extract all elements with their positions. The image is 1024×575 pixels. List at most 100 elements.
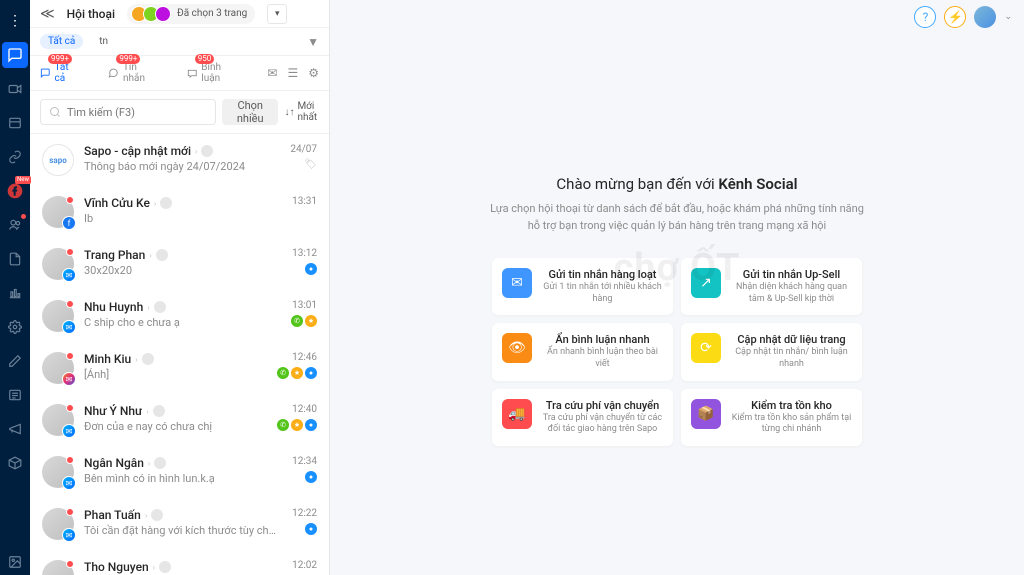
channel-badge-icon: ✉ bbox=[62, 424, 76, 438]
unread-dot-icon bbox=[66, 456, 74, 464]
badge-msg: 999+ bbox=[116, 54, 140, 64]
search-input[interactable] bbox=[67, 106, 207, 119]
status-dot-icon: ● bbox=[305, 419, 317, 431]
avatar: ✉ bbox=[42, 508, 74, 540]
search-box[interactable] bbox=[40, 99, 216, 125]
unread-dot-icon bbox=[66, 196, 74, 204]
nav-list-icon[interactable] bbox=[2, 382, 28, 408]
conversation-item[interactable]: ✉ Ngân Ngân › Bên mình có in hình lun.k.… bbox=[30, 446, 329, 498]
conversation-preview: 30x20x20 bbox=[84, 264, 282, 277]
nav-video-icon[interactable] bbox=[2, 76, 28, 102]
mini-avatar-icon bbox=[151, 509, 163, 521]
conversation-preview: Thông báo mới ngày 24/07/2024 bbox=[84, 160, 280, 173]
card-title: Kiểm tra tồn kho bbox=[731, 399, 852, 412]
conversation-time: 13:01 bbox=[292, 300, 317, 311]
avatar: ✉ bbox=[42, 456, 74, 488]
conversation-name: Trang Phan bbox=[84, 248, 145, 262]
menu-icon[interactable]: ⋮ bbox=[2, 8, 28, 34]
conversation-item[interactable]: ✉ Như Ý Như › Đơn của e nay có chưa chị … bbox=[30, 394, 329, 446]
page-dropdown-button[interactable]: ▾ bbox=[267, 4, 287, 24]
welcome-heading: Chào mừng bạn đến với Kênh Social bbox=[360, 175, 994, 193]
conversation-time: 13:31 bbox=[292, 196, 317, 207]
nav-broadcast-icon[interactable] bbox=[2, 416, 28, 442]
unread-dot-icon bbox=[66, 404, 74, 412]
chevron-icon: › bbox=[153, 563, 155, 572]
conversation-item[interactable]: f Vĩnh Cửu Ke › Ib 13:31 bbox=[30, 186, 329, 238]
header-bar: ≪ Hội thoại Đã chọn 3 trang ▾ bbox=[30, 0, 329, 28]
type-tabs: Tất cả 999+ Tin nhắn 999+ Bình luận 950 … bbox=[30, 56, 329, 91]
welcome-subtitle: Lựa chọn hội thoại từ danh sách để bắt đ… bbox=[487, 201, 867, 234]
type-tab-messages[interactable]: Tin nhắn 999+ bbox=[108, 62, 156, 84]
type-tab-comments[interactable]: Bình luận 950 bbox=[187, 62, 238, 84]
mail-icon[interactable]: ✉ bbox=[267, 66, 277, 80]
conversation-name: Nhu Huynh bbox=[84, 300, 143, 314]
search-icon bbox=[49, 106, 61, 118]
nav-facebook-icon[interactable]: New bbox=[2, 178, 28, 204]
help-button[interactable]: ? bbox=[914, 6, 936, 28]
conversation-time: 12:34 bbox=[292, 456, 317, 467]
feature-card[interactable]: ↗ Gửi tin nhắn Up-Sell Nhận diện khách h… bbox=[681, 258, 862, 315]
nav-customers-icon[interactable] bbox=[2, 212, 28, 238]
channel-badge-icon: f bbox=[62, 216, 76, 230]
chevron-icon: › bbox=[145, 511, 147, 520]
filter2-icon[interactable]: ☰ bbox=[287, 66, 298, 80]
filter-icon[interactable]: ▼ bbox=[307, 35, 319, 49]
conversation-preview: Bên mình có in hình lun.k.ạ bbox=[84, 472, 282, 485]
nav-orders-icon[interactable] bbox=[2, 110, 28, 136]
status-dot-icon: ✆ bbox=[277, 419, 289, 431]
mini-avatar-icon bbox=[160, 197, 172, 209]
status-dot-icon: ✆ bbox=[291, 315, 303, 327]
tab-all[interactable]: Tất cả bbox=[40, 34, 83, 49]
status-dot-icon: ★ bbox=[291, 367, 303, 379]
nav-doc-icon[interactable] bbox=[2, 246, 28, 272]
nav-edit-icon[interactable] bbox=[2, 348, 28, 374]
conversation-list[interactable]: sapo Sapo - cập nhật mới › Thông báo mới… bbox=[30, 134, 329, 575]
feature-card[interactable]: ⟳ Cập nhật dữ liệu trang Cập nhật tin nh… bbox=[681, 323, 862, 380]
avatar: ✉ bbox=[42, 248, 74, 280]
select-multi-button[interactable]: Chọn nhiều bbox=[222, 99, 278, 125]
sidebar-nav: ⋮ New bbox=[0, 0, 30, 575]
card-icon: 👁 bbox=[502, 333, 532, 363]
conversation-preview: Ib bbox=[84, 212, 282, 225]
status-dot-icon: ● bbox=[305, 471, 317, 483]
conversation-item[interactable]: ✉ Minh Kiu › [Ảnh] 12:46 ✆★● bbox=[30, 342, 329, 394]
card-title: Gửi tin nhắn Up-Sell bbox=[731, 268, 852, 281]
conversation-item[interactable]: ✉ Phan Tuấn › Tôi cần đặt hàng với kích … bbox=[30, 498, 329, 550]
conversation-name: Ngân Ngân bbox=[84, 456, 144, 470]
filter-tabs: Tất cả tn ▼ bbox=[30, 28, 329, 56]
feature-card[interactable]: 📦 Kiểm tra tồn kho Kiểm tra tồn kho sản … bbox=[681, 389, 862, 446]
channel-badge-icon: ✉ bbox=[62, 528, 76, 542]
tab-tn[interactable]: tn bbox=[91, 34, 116, 49]
page-selector[interactable]: Đã chọn 3 trang bbox=[127, 4, 255, 24]
type-tab-all[interactable]: Tất cả 999+ bbox=[40, 62, 78, 84]
nav-package-icon[interactable] bbox=[2, 450, 28, 476]
user-dropdown-icon[interactable]: ⌄ bbox=[1004, 12, 1012, 22]
channel-badge-icon: ✉ bbox=[62, 320, 76, 334]
nav-link-icon[interactable] bbox=[2, 144, 28, 170]
sort-button[interactable]: ↓↑ Mới nhất bbox=[284, 101, 319, 123]
conversation-time: 13:12 bbox=[292, 248, 317, 259]
nav-image-icon[interactable] bbox=[2, 549, 28, 575]
conversation-time: 12:02 bbox=[292, 560, 317, 571]
conversation-item[interactable]: sapo Sapo - cập nhật mới › Thông báo mới… bbox=[30, 134, 329, 186]
back-button[interactable]: ≪ bbox=[40, 6, 55, 22]
settings2-icon[interactable]: ⚙ bbox=[308, 66, 319, 80]
card-description: Kiểm tra tồn kho sản phẩm tại từng chi n… bbox=[731, 413, 852, 436]
conversation-item[interactable]: ✉ Nhu Huynh › C ship cho e chưa ạ 13:01 … bbox=[30, 290, 329, 342]
nav-settings-icon[interactable] bbox=[2, 314, 28, 340]
user-avatar[interactable] bbox=[974, 6, 996, 28]
feature-card[interactable]: 👁 Ẩn bình luận nhanh Ẩn nhanh bình luận … bbox=[492, 323, 673, 380]
mini-avatar-icon bbox=[153, 405, 165, 417]
conversation-item[interactable]: ✉ Tho Nguyen › Thùng dài 34,5 rộng 11, c… bbox=[30, 550, 329, 575]
nav-analytics-icon[interactable] bbox=[2, 280, 28, 306]
chevron-icon: › bbox=[147, 303, 149, 312]
card-icon: ↗ bbox=[691, 268, 721, 298]
feature-card[interactable]: 🚚 Tra cứu phí vận chuyển Tra cứu phí vận… bbox=[492, 389, 673, 446]
nav-chat-icon[interactable] bbox=[2, 42, 28, 68]
feature-card[interactable]: ✉ Gửi tin nhắn hàng loạt Gửi 1 tin nhắn … bbox=[492, 258, 673, 315]
conversation-name: Minh Kiu bbox=[84, 352, 131, 366]
avatar: ✉ bbox=[42, 404, 74, 436]
card-title: Gửi tin nhắn hàng loạt bbox=[542, 268, 663, 281]
bolt-button[interactable]: ⚡ bbox=[944, 6, 966, 28]
conversation-item[interactable]: ✉ Trang Phan › 30x20x20 13:12 ● bbox=[30, 238, 329, 290]
